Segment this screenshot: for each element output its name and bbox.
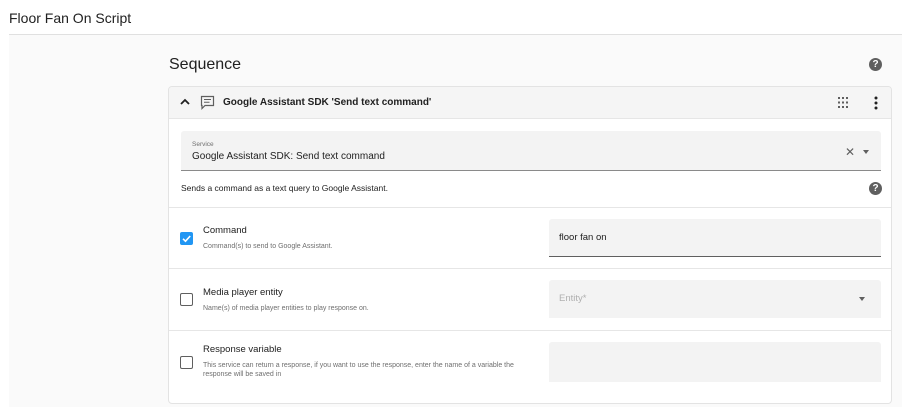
close-icon[interactable]: ✕	[845, 145, 855, 159]
service-label: Service	[192, 141, 214, 148]
divider	[169, 268, 891, 269]
chevron-up-icon[interactable]	[179, 96, 191, 108]
service-select[interactable]: Service Google Assistant SDK: Send text …	[181, 131, 881, 171]
check-icon	[182, 235, 191, 243]
response-variable-input[interactable]	[549, 342, 881, 382]
menu-down-icon[interactable]	[863, 150, 869, 154]
menu-down-icon[interactable]	[859, 297, 865, 301]
service-value: Google Assistant SDK: Send text command	[192, 151, 385, 162]
entity-picker[interactable]: Entity*	[549, 280, 881, 318]
response-variable-checkbox[interactable]	[180, 356, 193, 369]
media-player-checkbox[interactable]	[180, 293, 193, 306]
sequence-title: Sequence	[169, 56, 242, 73]
action-title: Google Assistant SDK 'Send text command'	[223, 97, 432, 108]
action-card-header[interactable]: Google Assistant SDK 'Send text command'	[169, 87, 891, 119]
help-circle-icon[interactable]: ?	[869, 58, 882, 71]
action-card: Google Assistant SDK 'Send text command'…	[168, 86, 892, 404]
page-header: Floor Fan On Script	[0, 0, 902, 34]
divider	[169, 207, 891, 208]
response-variable-description: This service can return a response, if y…	[203, 362, 514, 378]
media-player-title: Media player entity	[203, 287, 283, 298]
media-player-description: Name(s) of media player entities to play…	[203, 305, 369, 312]
service-description: Sends a command as a text query to Googl…	[181, 183, 388, 193]
command-input[interactable]: floor fan on	[549, 219, 881, 257]
command-title: Command	[203, 225, 247, 236]
message-text-icon	[200, 95, 215, 110]
divider	[169, 330, 891, 331]
command-value: floor fan on	[559, 232, 607, 243]
entity-placeholder: Entity*	[559, 293, 587, 304]
response-variable-title: Response variable	[203, 344, 282, 355]
command-checkbox[interactable]	[180, 232, 193, 245]
more-vertical-icon[interactable]	[872, 96, 880, 110]
drag-handle-icon[interactable]	[838, 97, 848, 108]
command-description: Command(s) to send to Google Assistant.	[203, 243, 333, 250]
page-title: Floor Fan On Script	[9, 10, 132, 26]
help-circle-icon[interactable]: ?	[869, 182, 882, 195]
